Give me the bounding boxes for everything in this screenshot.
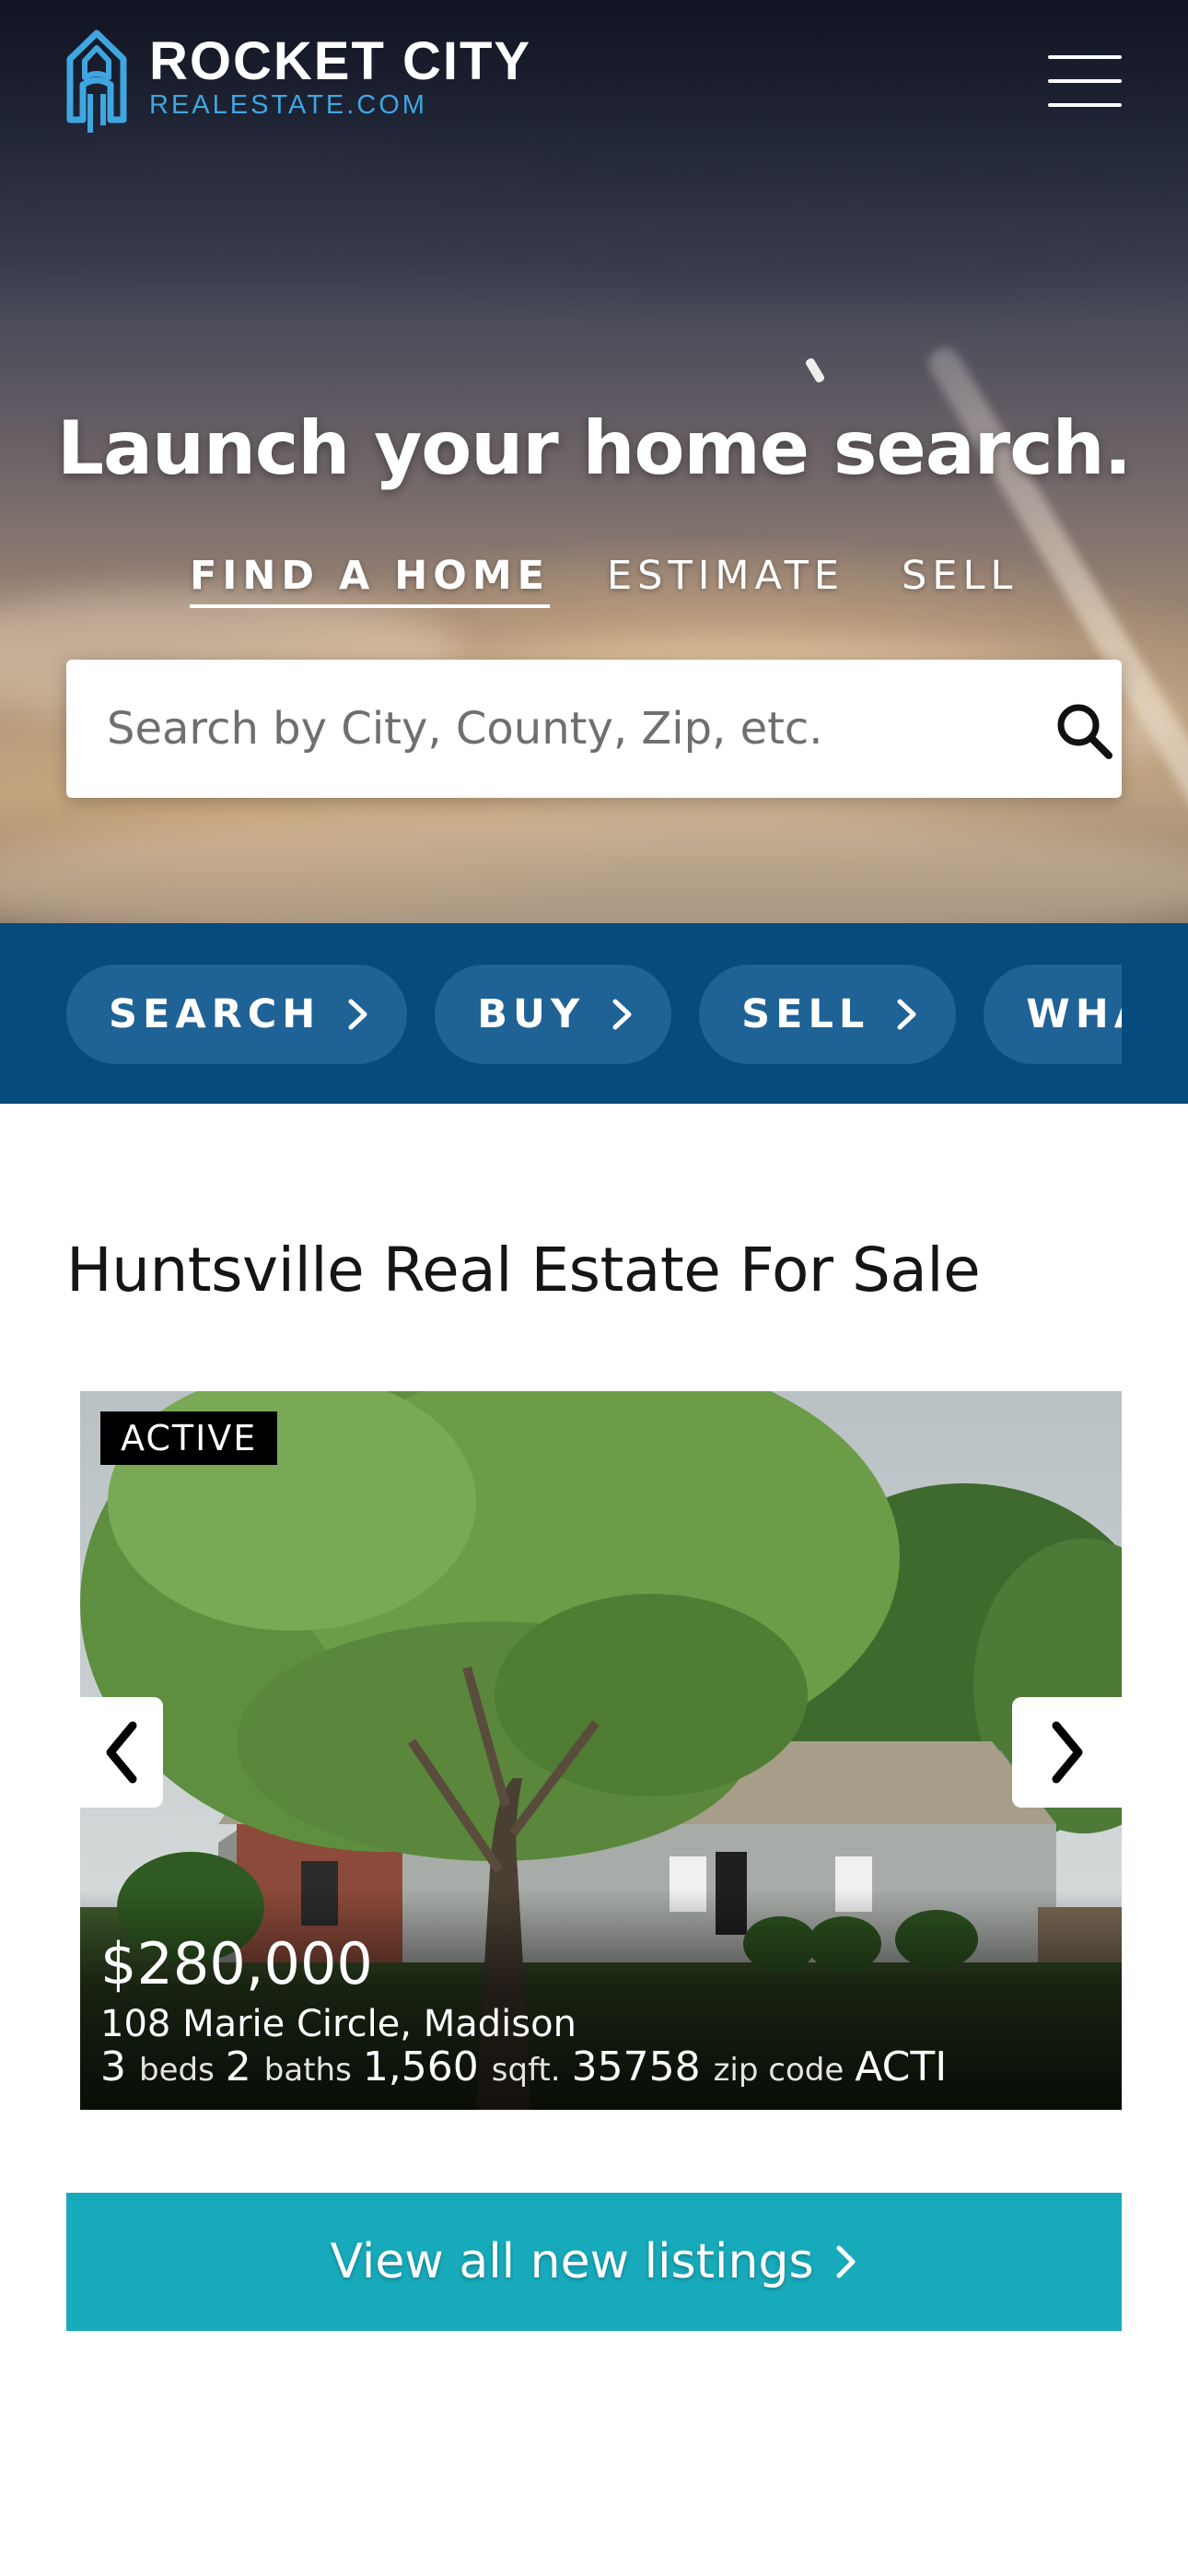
tab-estimate[interactable]: ESTIMATE [607,553,844,608]
chip-what[interactable]: WHA [984,965,1122,1064]
zip-label: zip code [713,2052,844,2089]
rocket-house-icon [66,29,127,133]
listing-card[interactable]: ACTIVE $280,000 108 Marie Circle, Madiso… [80,1391,1122,2110]
carousel-next-button[interactable] [1012,1697,1122,1808]
beds-count: 3 [100,2043,126,2090]
site-logo[interactable]: ROCKET CITY REALESTATE.COM [64,29,531,138]
view-all-listings-button[interactable]: View all new listings [66,2193,1122,2331]
listing-price: $280,000 [100,1930,373,1997]
search-icon[interactable] [1054,700,1114,761]
chevron-right-icon [836,2245,856,2278]
hero-banner: ROCKET CITY REALESTATE.COM Launch your h… [0,0,1188,923]
chip-search[interactable]: SEARCH [66,965,408,1064]
status-text: ACTI [855,2043,948,2090]
chip-label: BUY [477,991,586,1037]
search-mode-tabs: FIND A HOME ESTIMATE SELL [190,553,1018,608]
tab-sell[interactable]: SELL [902,553,1018,608]
status-badge: ACTIVE [100,1411,278,1465]
chevron-left-icon [106,1721,137,1784]
cta-label: View all new listings [330,2234,814,2289]
carousel-prev-button[interactable] [80,1697,163,1808]
tab-find-a-home[interactable]: FIND A HOME [190,553,550,608]
hamburger-menu-icon[interactable] [1048,52,1124,112]
sqft-label: sqft. [491,2052,561,2089]
baths-label: baths [263,2052,352,2089]
section-title: Huntsville Real Estate For Sale [66,1235,981,1306]
chip-label: SELL [741,991,870,1037]
chevron-right-icon [1052,1721,1082,1784]
logo-title: ROCKET CITY [149,31,532,91]
logo-subtitle: REALESTATE.COM [149,90,427,120]
hero-headline: Launch your home search. [57,405,1132,491]
chevron-right-icon [348,999,367,1030]
chip-label: WHA [1026,991,1122,1037]
quick-links-bar: SEARCH BUY SELL WHA [0,923,1188,1104]
chip-label: SEARCH [109,991,321,1037]
zip-value: 35758 [571,2043,701,2090]
search-input[interactable] [107,660,991,798]
chevron-right-icon [897,999,916,1030]
beds-label: beds [139,2052,215,2089]
baths-count: 2 [225,2043,251,2090]
chevron-right-icon [612,999,632,1030]
search-bar [66,660,1122,798]
sqft-value: 1,560 [362,2043,479,2090]
listing-facts: 3 beds 2 baths 1,560 sqft. 35758 zip code ACTI [100,2043,947,2090]
chip-buy[interactable]: BUY [435,965,672,1064]
chip-sell[interactable]: SELL [699,965,957,1064]
quick-links-scroller[interactable]: SEARCH BUY SELL WHA [66,965,1122,1064]
listing-address: 108 Marie Circle, Madison [100,2003,577,2045]
